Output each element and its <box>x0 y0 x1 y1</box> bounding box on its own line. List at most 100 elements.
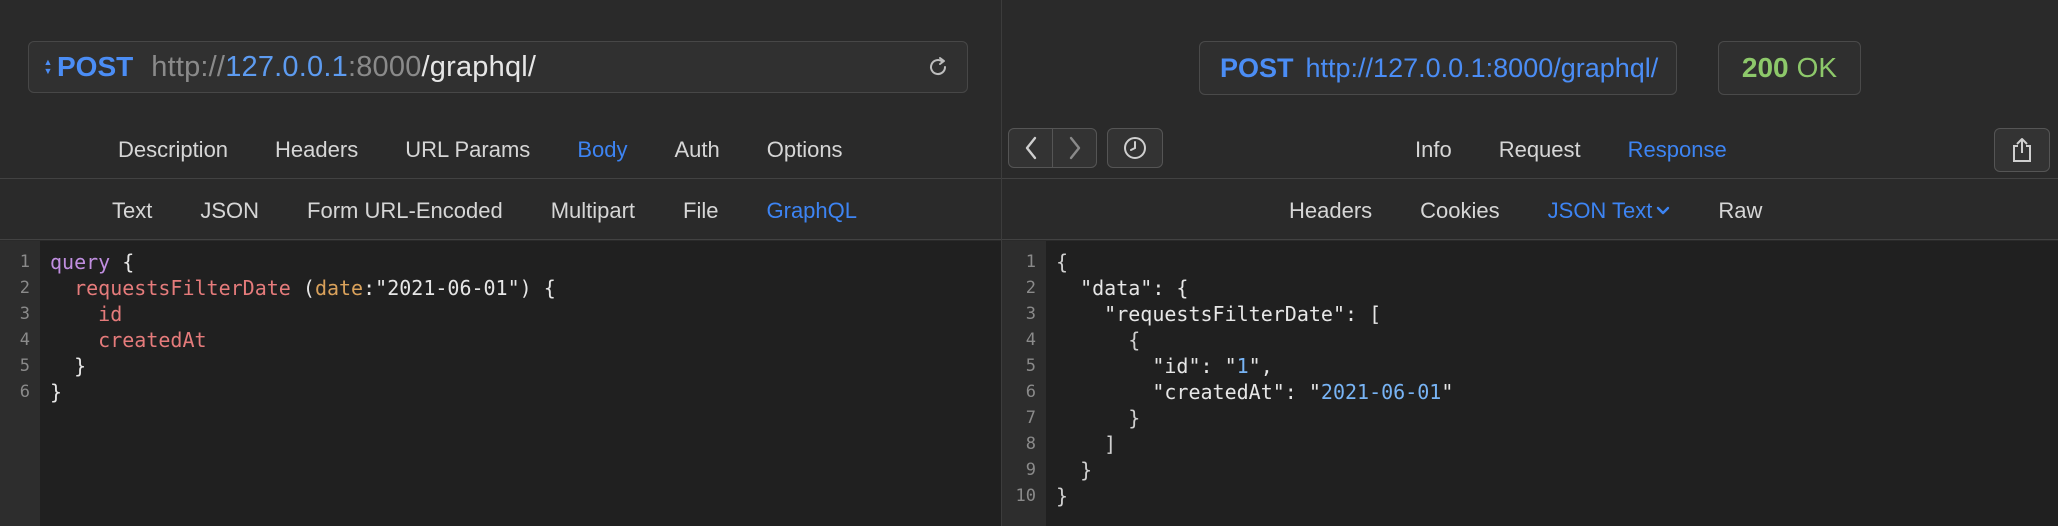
url-input[interactable]: http://127.0.0.1:8000/graphql/ <box>151 51 536 84</box>
status-code: 200 <box>1741 52 1789 83</box>
reload-icon[interactable] <box>925 54 951 80</box>
body-type-multipart[interactable]: Multipart <box>551 198 635 224</box>
code-token: "createdAt": " <box>1056 380 1321 404</box>
body-type-file[interactable]: File <box>683 198 718 224</box>
code-line: } <box>1056 483 1453 509</box>
line-number: 10 <box>1015 486 1036 506</box>
tab-options[interactable]: Options <box>767 137 843 163</box>
url-path: /graphql/ <box>421 50 537 83</box>
tab-info[interactable]: Info <box>1415 137 1452 163</box>
code-line: "createdAt": "2021-06-01" <box>1056 379 1453 405</box>
code-token: " <box>1441 380 1454 404</box>
code-token: ", <box>1248 354 1273 378</box>
body-type-json[interactable]: JSON <box>200 198 259 224</box>
line-number: 4 <box>19 330 30 350</box>
status-text: OK <box>1796 52 1838 83</box>
code-token: createdAt <box>98 328 207 352</box>
tab-response[interactable]: Response <box>1628 137 1727 163</box>
query-code[interactable]: query { requestsFilterDate (date:"2021-0… <box>50 241 556 405</box>
line-number-gutter: 1 2 3 4 5 6 <box>0 241 40 526</box>
url-bar[interactable]: ▲ ▼ POST http://127.0.0.1:8000/graphql/ <box>28 41 968 93</box>
sub-tab-headers[interactable]: Headers <box>1289 198 1372 224</box>
line-number: 4 <box>1025 330 1036 350</box>
code-line: "id": "1", <box>1056 353 1453 379</box>
code-token: 1 <box>1236 354 1249 378</box>
line-number: 8 <box>1025 434 1036 454</box>
share-button[interactable] <box>1994 128 2050 172</box>
code-token: } <box>50 380 63 404</box>
query-editor[interactable]: 1 2 3 4 5 6 query { requestsFilterDate (date:… <box>0 241 1001 526</box>
line-number: 2 <box>19 278 30 298</box>
line-number: 1 <box>19 252 30 272</box>
line-number: 3 <box>19 304 30 324</box>
history-button[interactable] <box>1107 128 1163 168</box>
code-token: :"2021-06-01") { <box>363 276 556 300</box>
tab-headers[interactable]: Headers <box>275 137 358 163</box>
code-line: query { <box>50 249 556 275</box>
divider <box>0 178 1001 179</box>
code-line: createdAt <box>50 327 556 353</box>
share-icon <box>2013 138 2031 162</box>
sub-tab-raw[interactable]: Raw <box>1718 198 1762 224</box>
url-host: 127.0.0.1 <box>225 50 348 83</box>
code-line: } <box>1056 457 1453 483</box>
divider <box>1002 239 2058 240</box>
response-url: http://127.0.0.1:8000/graphql/ <box>1305 52 1659 83</box>
response-method: POST <box>1220 52 1294 83</box>
code-token: } <box>1056 458 1093 482</box>
line-number: 5 <box>1025 356 1036 376</box>
code-token: date <box>314 276 364 300</box>
url-scheme: http:// <box>151 50 226 83</box>
tab-body[interactable]: Body <box>577 137 627 163</box>
code-line: ] <box>1056 431 1453 457</box>
code-token: } <box>1056 484 1069 508</box>
method-selector[interactable]: POST <box>57 51 133 83</box>
request-summary: POST http://127.0.0.1:8000/graphql/ <box>1199 41 1678 95</box>
response-json[interactable]: { "data": { "requestsFilterDate": [ { "i… <box>1056 241 1453 509</box>
body-type-graphql[interactable]: GraphQL <box>767 198 858 224</box>
tab-request[interactable]: Request <box>1499 137 1581 163</box>
response-sub-tabs: Headers Cookies JSON Text Raw <box>1289 182 1762 240</box>
code-token: id <box>98 302 123 326</box>
chevron-down-icon[interactable] <box>1656 203 1670 219</box>
sub-tab-cookies[interactable]: Cookies <box>1420 198 1499 224</box>
clock-icon <box>1124 137 1146 159</box>
response-viewer[interactable]: 1 2 3 4 5 6 7 8 9 10 { "data": { "requestsFilterD… <box>1002 241 2058 526</box>
chevron-right-icon <box>1069 136 1080 160</box>
line-number: 6 <box>1025 382 1036 402</box>
forward-button[interactable] <box>1052 128 1097 168</box>
line-number-gutter: 1 2 3 4 5 6 7 8 9 10 <box>1002 241 1046 526</box>
tab-description[interactable]: Description <box>118 137 228 163</box>
body-type-text[interactable]: Text <box>112 198 152 224</box>
code-token: } <box>1056 406 1141 430</box>
code-token: "requestsFilterDate": [ <box>1056 302 1382 326</box>
code-line: } <box>50 353 556 379</box>
code-token: ] <box>1056 432 1117 456</box>
response-pane: POST http://127.0.0.1:8000/graphql/ 200 … <box>1002 0 2058 526</box>
line-number: 5 <box>19 356 30 376</box>
code-token: { <box>110 250 135 274</box>
code-token: requestsFilterDate <box>74 276 291 300</box>
code-line: { <box>1056 327 1453 353</box>
tab-auth[interactable]: Auth <box>674 137 719 163</box>
code-token: "data": { <box>1056 276 1189 300</box>
back-button[interactable] <box>1008 128 1053 168</box>
code-token: 2021-06-01 <box>1320 380 1442 404</box>
tab-url-params[interactable]: URL Params <box>405 137 530 163</box>
up-down-arrows-icon[interactable]: ▲ ▼ <box>43 58 53 76</box>
code-line: { <box>1056 249 1453 275</box>
body-type-tabs: Text JSON Form URL-Encoded Multipart File Gra… <box>112 182 857 240</box>
divider <box>1002 178 2058 179</box>
code-line: requestsFilterDate (date:"2021-06-01") { <box>50 275 556 301</box>
code-token: { <box>1056 250 1069 274</box>
code-line: "data": { <box>1056 275 1453 301</box>
url-port: 8000 <box>356 50 422 83</box>
status-badge: 200 OK <box>1718 41 1861 95</box>
sub-tab-json-text[interactable]: JSON Text <box>1548 198 1653 224</box>
body-type-form-url-encoded[interactable]: Form URL-Encoded <box>307 198 503 224</box>
code-line: id <box>50 301 556 327</box>
code-token: { <box>1056 328 1141 352</box>
line-number: 1 <box>1025 252 1036 272</box>
